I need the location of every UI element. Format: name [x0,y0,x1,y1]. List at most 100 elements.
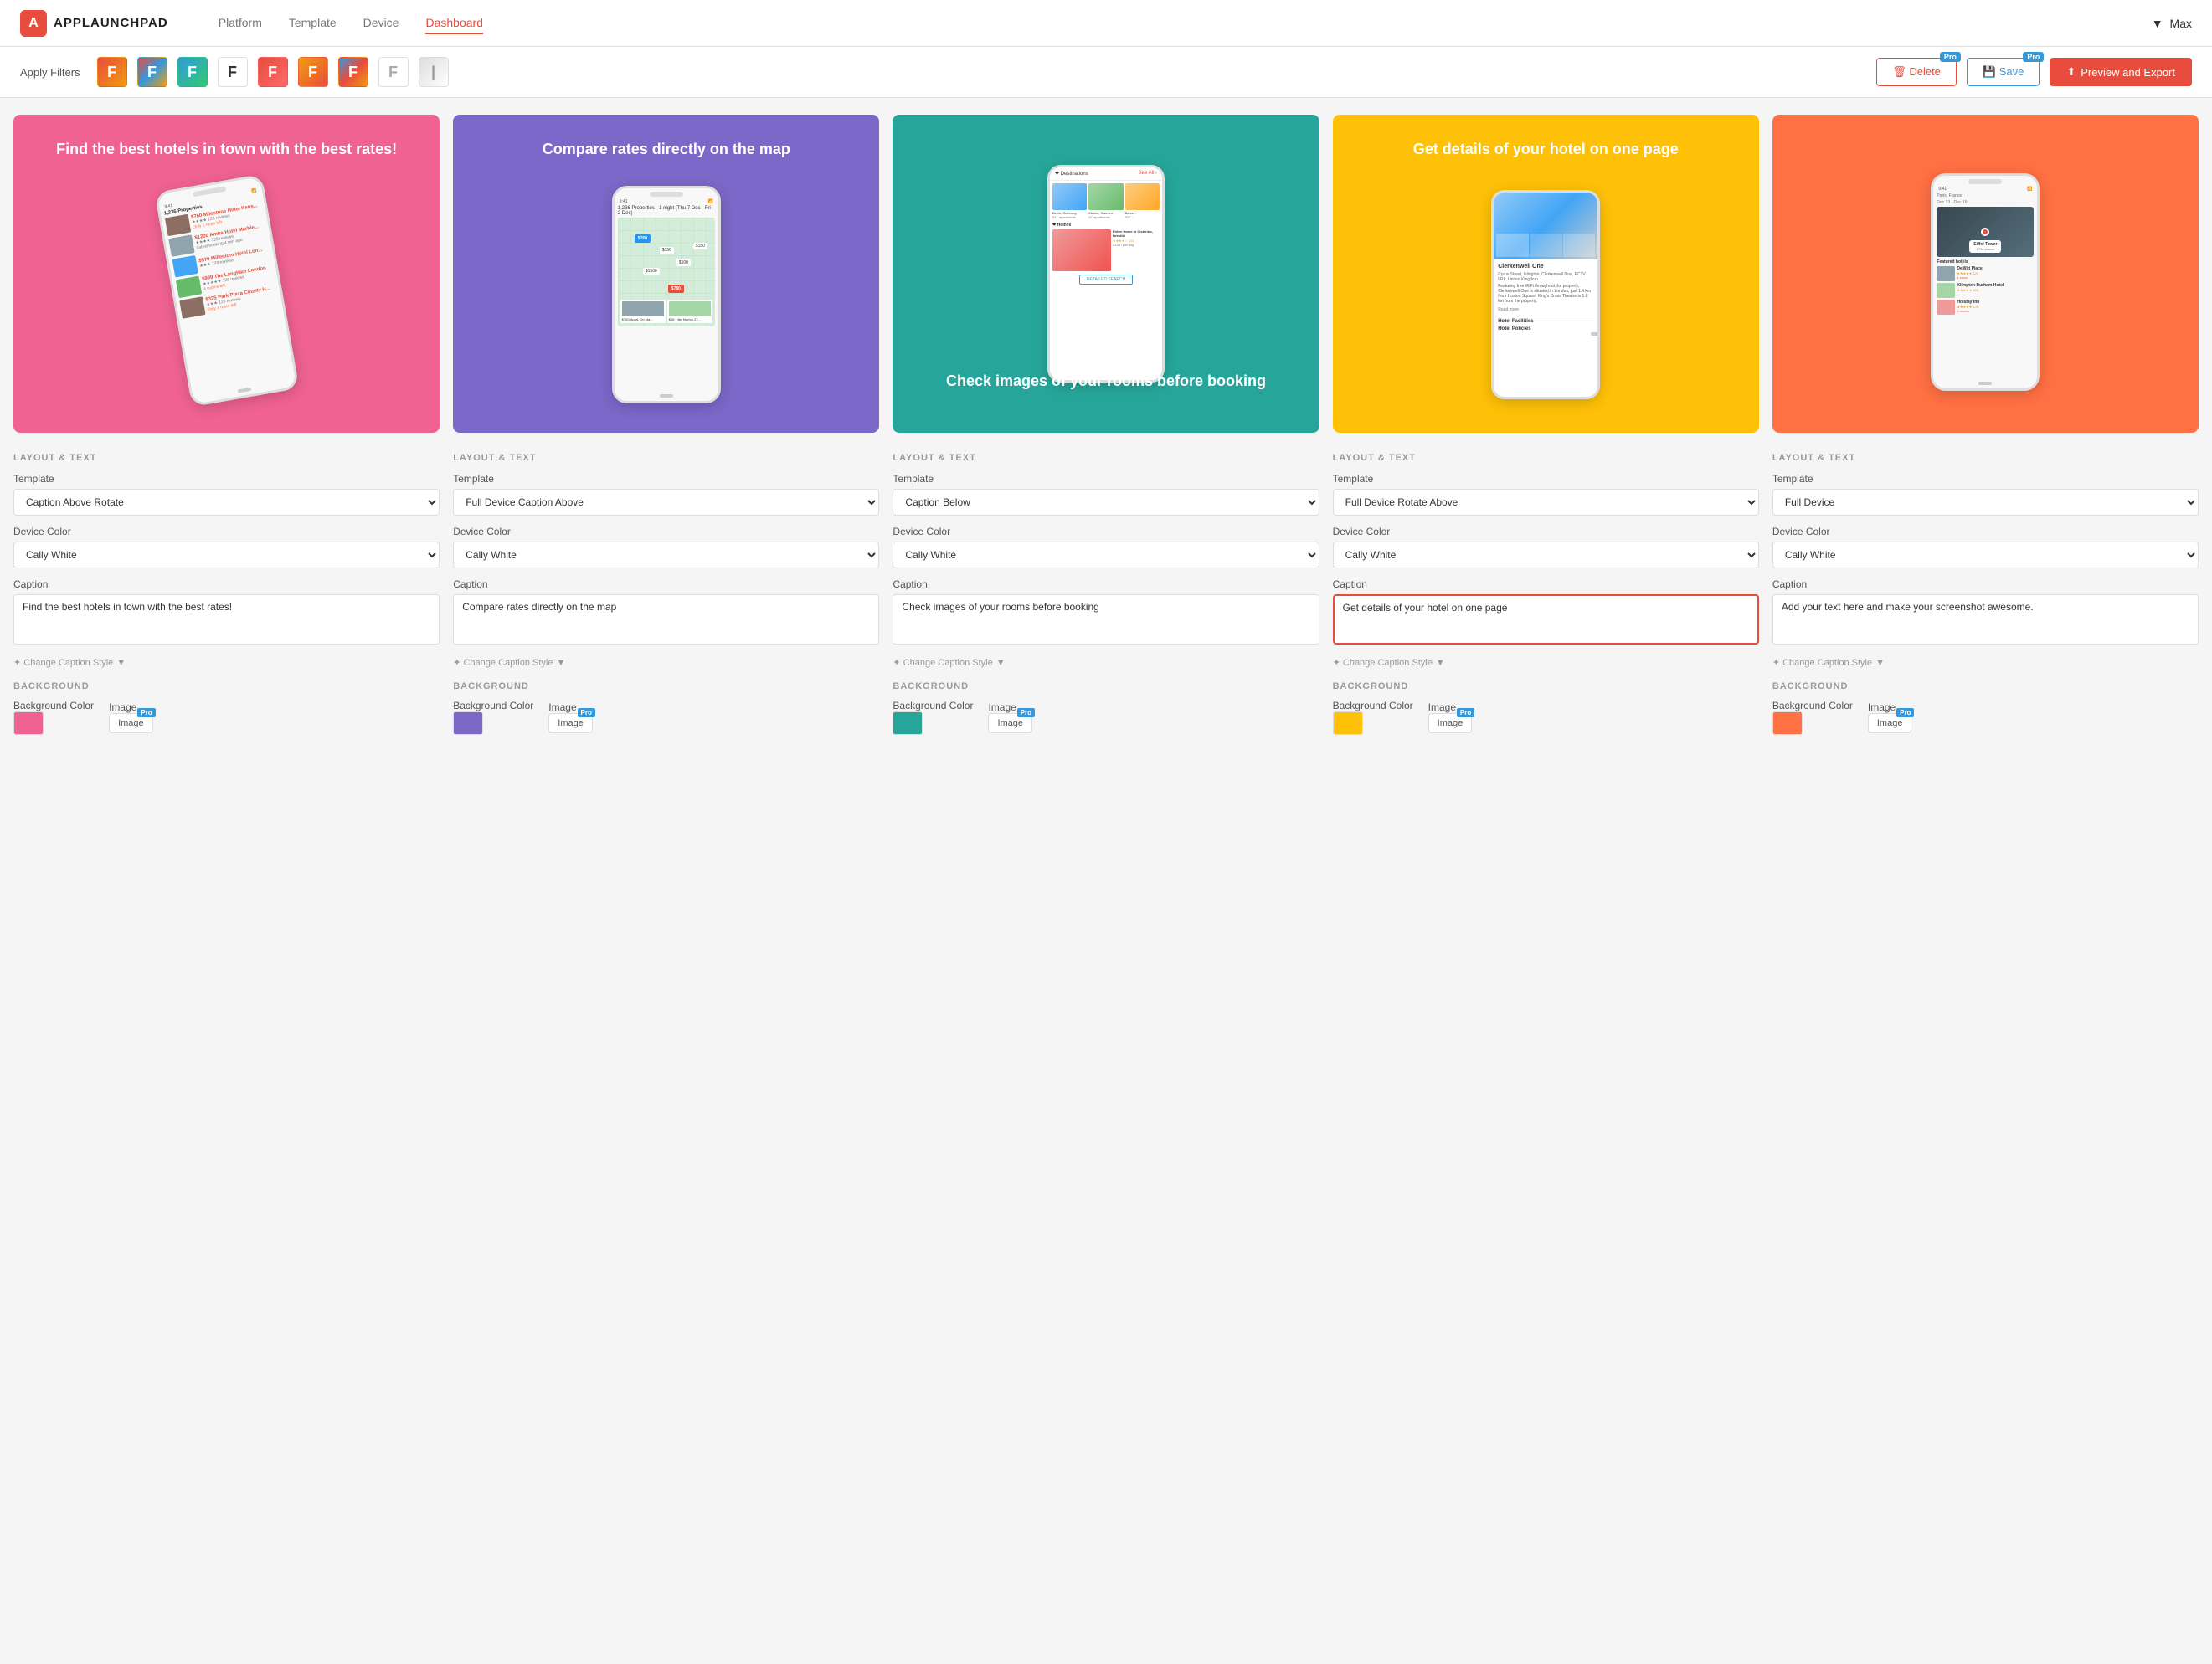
export-button[interactable]: ⬆ Preview and Export [2050,58,2192,86]
caption-textarea-3[interactable]: Check images of your rooms before bookin… [893,594,1319,645]
device-color-group-4: Device Color Cally White [1333,526,1759,568]
bg-image-pro-2: Pro [578,708,595,717]
nav-dashboard[interactable]: Dashboard [425,13,483,34]
bg-image-pro-5: Pro [1896,708,1914,717]
map-pin-2: $150 [660,247,674,254]
main-nav: Platform Template Device Dashboard [219,13,2152,34]
caption-textarea-2[interactable]: Compare rates directly on the map [453,594,879,645]
download-icon: ⬆ [2066,65,2076,79]
gallery-header-3: ❤ Destinations See All › [1050,167,1162,181]
caption-label-1: Caption [13,578,440,590]
filter-icon-6[interactable]: F [298,57,328,87]
gallery-mockup-3: ❤ Destinations See All › Berlin, Germany… [1047,165,1165,383]
bg-row-1: Background Color Image Image Pro [13,700,440,735]
bg-color-box-3[interactable] [893,711,923,735]
hotel-row-5a: DeWitt Place ★★★★★ 128 1 room [1937,266,2034,281]
save-icon: 💾 [1983,65,1996,78]
template-select-4[interactable]: Caption Above Rotate Full Device Caption… [1333,489,1759,516]
filter-icon-3[interactable]: F [177,57,208,87]
change-caption-style-3[interactable]: ✦ Change Caption Style ▼ [893,657,1319,668]
template-select-3[interactable]: Caption Above Rotate Full Device Caption… [893,489,1319,516]
phone-notch-5 [1968,179,2002,184]
filter-icon-7[interactable]: F [338,57,368,87]
layout-section-3: LAYOUT & TEXT Template Caption Above Rot… [893,449,1319,735]
user-name: Max [2170,17,2192,30]
background-label-1: BACKGROUND [13,681,440,691]
background-label-5: BACKGROUND [1772,681,2199,691]
template-group-5: Template Caption Above Rotate Full Devic… [1772,473,2199,516]
change-caption-style-5[interactable]: ✦ Change Caption Style ▼ [1772,657,2199,668]
map-hotel-cards: $760 Apart. On Ma... $58 | 4br Marton 27… [620,300,712,323]
caption-textarea-4[interactable]: Get details of your hotel on one page [1333,594,1759,645]
change-caption-style-4[interactable]: ✦ Change Caption Style ▼ [1333,657,1759,668]
detail-content-4: Clerkenwell One Cyrus Street, Islington,… [1494,259,1597,336]
bg-color-box-1[interactable] [13,711,44,735]
map-pin-6: $780 [668,285,684,293]
map-paris: Eiffel Tower 1756 places [1937,207,2034,257]
device-color-select-2[interactable]: Cally White [453,542,879,568]
template-select-2[interactable]: Caption Above Rotate Full Device Caption… [453,489,879,516]
map-card-1: $760 Apart. On Ma... [620,300,666,323]
bg-row-2: Background Color Image Image Pro [453,700,879,735]
bg-image-btn-4[interactable]: Image Pro [1428,713,1473,733]
bg-image-btn-2[interactable]: Image Pro [548,713,593,733]
template-select-5[interactable]: Caption Above Rotate Full Device Caption… [1772,489,2199,516]
template-label-4: Template [1333,473,1759,485]
bg-image-btn-1[interactable]: Image Pro [109,713,153,733]
filter-icon-5[interactable]: F [258,57,288,87]
delete-button[interactable]: 🗑 Delete Pro [1876,58,1957,86]
caption-textarea-1[interactable]: Find the best hotels in town with the be… [13,594,440,645]
bg-image-btn-3[interactable]: Image Pro [988,713,1032,733]
map-pin-4: $150 [693,243,707,249]
caption-label-2: Caption [453,578,879,590]
filters-label: Apply Filters [20,66,80,79]
filter-icon-4[interactable]: F [218,57,248,87]
filter-icon-9[interactable]: | [419,57,449,87]
change-caption-style-2[interactable]: ✦ Change Caption Style ▼ [453,657,879,668]
phone-home-button-4 [1591,332,1600,336]
nav-device[interactable]: Device [363,13,399,34]
phone-mockup-5: 9:41📶 Paris, France Dec 13 - Dec 16 Eiff… [1931,173,2040,391]
device-color-select-1[interactable]: Cally White Cally Black [13,542,440,568]
phone-thumb-1c [172,255,198,278]
caption-label-5: Caption [1772,578,2199,590]
filter-icon-1[interactable]: F [97,57,127,87]
device-color-select-4[interactable]: Cally White [1333,542,1759,568]
phone-mockup-2: 9:41📶 1,236 Properties · 1 night (Thu 7 … [612,186,721,403]
bg-image-btn-5[interactable]: Image Pro [1868,713,1912,733]
phone-thumb-1e [179,296,205,319]
map-card-2: $58 | 4br Marton 27... [667,300,712,323]
filter-icon-8[interactable]: F [378,57,409,87]
device-color-select-5[interactable]: Cally White [1772,542,2199,568]
caption-group-4: Caption Get details of your hotel on one… [1333,578,1759,647]
template-group-3: Template Caption Above Rotate Full Devic… [893,473,1319,516]
filter-icon-2[interactable]: F [137,57,167,87]
caption-group-3: Caption Check images of your rooms befor… [893,578,1319,647]
preview-card-3: ❤ Destinations See All › Berlin, Germany… [893,115,1319,433]
delete-pro-badge: Pro [1940,52,1961,62]
template-select-1[interactable]: Caption Above Rotate Full Device Caption… [13,489,440,516]
bg-color-box-2[interactable] [453,711,483,735]
preview-caption-1: Find the best hotels in town with the be… [13,140,440,159]
nav-platform[interactable]: Platform [219,13,262,34]
phone-thumb-1b [168,234,194,257]
nav-template[interactable]: Template [289,13,337,34]
save-button[interactable]: 💾 Save Pro [1967,58,2040,86]
template-group-2: Template Caption Above Rotate Full Devic… [453,473,879,516]
bg-color-box-5[interactable] [1772,711,1803,735]
screenshot-col-2: Compare rates directly on the map 9:41📶 … [453,115,879,735]
phone-thumb-1d [175,276,201,299]
device-color-select-3[interactable]: Cally White [893,542,1319,568]
user-area: ▼ Max [2152,17,2192,30]
bg-color-label-1: Background Color [13,700,94,735]
map-pin-1: $760 [635,234,651,243]
layout-section-1: LAYOUT & TEXT Template Caption Above Rot… [13,449,440,735]
bg-color-box-4[interactable] [1333,711,1363,735]
caption-textarea-5[interactable]: Add your text here and make your screens… [1772,594,2199,645]
template-label-5: Template [1772,473,2199,485]
layout-text-label-4: LAYOUT & TEXT [1333,453,1759,463]
bg-image-pro-4: Pro [1457,708,1474,717]
change-caption-style-1[interactable]: ✦ Change Caption Style ▼ [13,657,440,668]
device-color-label-2: Device Color [453,526,879,537]
phone-screen-2: 9:41📶 1,236 Properties · 1 night (Thu 7 … [615,188,718,401]
